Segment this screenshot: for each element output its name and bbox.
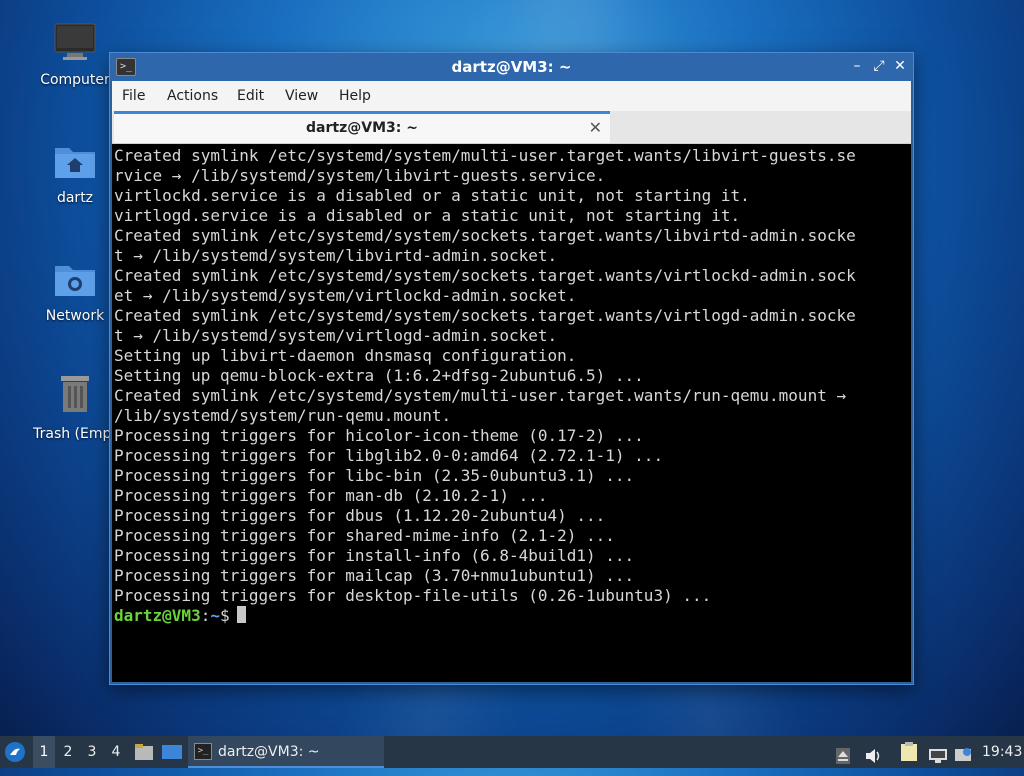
network-folder-icon [27,258,123,302]
workspace-1[interactable]: 1 [33,736,55,768]
terminal-line: Created symlink /etc/systemd/system/sock… [114,306,856,325]
prompt-line[interactable]: dartz@VM3:~$ [114,606,856,626]
terminal-line: Processing triggers for shared-mime-info… [114,526,615,545]
terminal-window: >_ dartz@VM3: ~ – ⤢ ✕ File Actions Edit … [110,53,913,684]
terminal-icon: >_ [194,743,212,760]
terminal-line: Processing triggers for desktop-file-uti… [114,586,712,605]
desktop-icon-label: Computer [40,72,110,88]
file-manager-launcher[interactable] [134,736,156,768]
menubar: File Actions Edit View Help [112,81,911,111]
terminal-line: rvice → /lib/systemd/system/libvirt-gues… [114,166,606,185]
terminal-line: Setting up qemu-block-extra (1:6.2+dfsg-… [114,366,644,385]
prompt-separator: : [200,606,211,625]
desktop-icon-home[interactable]: dartz [27,140,123,206]
terminal-line: Processing triggers for mailcap (3.70+nm… [114,566,635,585]
menu-help[interactable]: Help [339,88,371,104]
tab-close-icon[interactable]: ✕ [589,118,602,137]
terminal-line: t → /lib/systemd/system/libvirtd-admin.s… [114,246,558,265]
terminal-cursor [236,606,246,623]
show-desktop-button[interactable] [161,736,185,768]
terminal-line: Created symlink /etc/systemd/system/mult… [114,146,856,165]
minimize-button[interactable]: – [848,57,866,75]
prompt-path: ~ [210,606,220,625]
menu-edit[interactable]: Edit [237,88,264,104]
clock[interactable]: 19:43 [982,736,1022,768]
terminal-line: et → /lib/systemd/system/virtlockd-admin… [114,286,577,305]
terminal-line: /lib/systemd/system/run-qemu.mount. [114,406,452,425]
desktop-icon [162,745,182,759]
tab-terminal[interactable]: dartz@VM3: ~ ✕ [114,111,610,143]
terminal-line: virtlockd.service is a disabled or a sta… [114,186,750,205]
tab-bar: dartz@VM3: ~ ✕ [112,111,911,144]
workspace-2[interactable]: 2 [57,736,79,768]
desktop-icon-label: Network [45,308,105,324]
taskbar: 1 2 3 4 >_ dartz@VM3: ~ 19:43 [0,736,1024,768]
terminal-lines: Created symlink /etc/systemd/system/mult… [114,146,856,626]
desktop-icon-computer[interactable]: Computer [27,22,123,88]
window-title: dartz@VM3: ~ [451,58,572,76]
lubuntu-logo-icon [5,742,25,762]
prompt-user: dartz@VM3 [114,606,201,625]
terminal-line: Created symlink /etc/systemd/system/sock… [114,266,856,285]
tab-label: dartz@VM3: ~ [306,120,418,136]
terminal-line: Processing triggers for man-db (2.10.2-1… [114,486,548,505]
prompt-symbol: $ [219,606,230,625]
workspace-4[interactable]: 4 [105,736,127,768]
workspace-3[interactable]: 3 [81,736,103,768]
desktop-icon-label: dartz [56,190,94,206]
menu-file[interactable]: File [122,88,145,104]
desktop-icon-label: Trash (Empt [33,426,117,442]
desktop-icon-trash[interactable]: Trash (Empt [27,372,123,442]
folder-icon [135,744,153,760]
eject-icon[interactable] [836,744,850,764]
app-menu-button[interactable] [4,736,30,768]
terminal-line: Processing triggers for libglib2.0-0:amd… [114,446,664,465]
task-label: dartz@VM3: ~ [218,744,320,760]
terminal-line: Created symlink /etc/systemd/system/mult… [114,386,847,405]
terminal-line: Processing triggers for libc-bin (2.35-0… [114,466,635,485]
home-folder-icon [27,140,123,184]
terminal-line: t → /lib/systemd/system/virtlogd-admin.s… [114,326,558,345]
menu-view[interactable]: View [285,88,318,104]
trash-icon [27,372,123,420]
volume-icon[interactable] [864,744,882,763]
computer-icon [27,22,123,66]
maximize-button[interactable]: ⤢ [870,57,888,75]
taskbar-terminal-task[interactable]: >_ dartz@VM3: ~ [188,736,384,768]
window-titlebar[interactable]: >_ dartz@VM3: ~ – ⤢ ✕ [110,53,913,81]
terminal-line: Processing triggers for install-info (6.… [114,546,635,565]
menu-actions[interactable]: Actions [167,88,218,104]
network-status-icon[interactable] [928,744,948,763]
desktop-icon-network[interactable]: Network [27,258,123,324]
terminal-line: Processing triggers for dbus (1.12.20-2u… [114,506,606,525]
clipboard-icon[interactable] [900,742,918,761]
terminal-line: Setting up libvirt-daemon dnsmasq config… [114,346,577,365]
terminal-line: Created symlink /etc/systemd/system/sock… [114,226,856,245]
update-notifier-icon[interactable] [954,744,972,761]
close-button[interactable]: ✕ [891,57,909,75]
terminal-line: Processing triggers for hicolor-icon-the… [114,426,644,445]
terminal-line: virtlogd.service is a disabled or a stat… [114,206,741,225]
terminal-output[interactable]: Created symlink /etc/systemd/system/mult… [112,144,911,682]
